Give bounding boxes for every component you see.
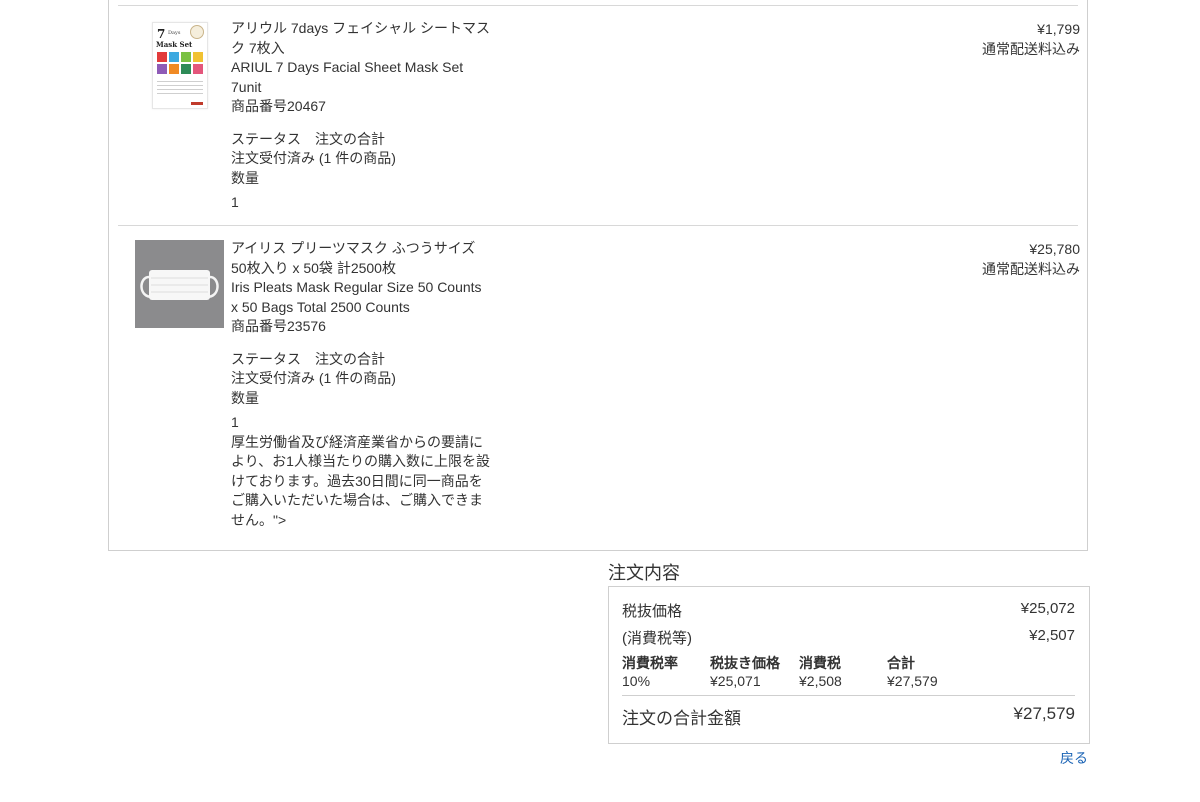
product-thumbnail[interactable] [135, 240, 224, 328]
status-header: ステータス 注文の合計 [231, 130, 385, 147]
subtotal-label: 税抜価格 [622, 603, 683, 620]
quantity-label: 数量 [231, 389, 259, 406]
order-detail-page: 7 Days Mask Set アリウル 7days フェイシャル シートマスク… [0, 0, 1200, 802]
quantity-value: 1 [231, 414, 239, 430]
product-photo-swatch [157, 52, 167, 62]
text-lines [157, 81, 203, 97]
product-photo-swatch [157, 64, 167, 74]
product-photo-swatch [193, 52, 203, 62]
product-photo-swatch [193, 64, 203, 74]
order-status: 注文受付済み (1 件の商品) [231, 150, 396, 166]
shipping-note: 通常配送料込み [982, 40, 1080, 57]
item-details: アリウル 7days フェイシャル シートマスク 7枚入 ARIUL 7 Day… [231, 19, 491, 213]
product-photo-swatch [181, 64, 191, 74]
tax-table-header: 税抜き価格 [710, 655, 780, 671]
subtotal-value: ¥25,072 [1020, 600, 1075, 617]
item-price: ¥25,780 [1029, 241, 1080, 257]
order-total-label: 注文の合計金額 [622, 709, 741, 728]
tax-label: (消費税等) [622, 630, 692, 647]
product-thumbnail[interactable]: 7 Days Mask Set [152, 22, 208, 109]
product-name-ja[interactable]: アリウル 7days フェイシャル シートマスク 7枚入 [231, 19, 491, 58]
thumb-title-number: 7 [157, 27, 166, 41]
product-photo-swatch [169, 52, 179, 62]
thumb-title-text: Mask Set [156, 40, 193, 49]
product-name-ja[interactable]: アイリス プリーツマスク ふつうサイズ 50枚入り x 50袋 計2500枚 [231, 239, 491, 278]
divider [118, 5, 1078, 6]
product-number: 商品番号23576 [231, 318, 326, 334]
product-photo-swatch [169, 64, 179, 74]
tax-value: ¥2,507 [1029, 627, 1075, 644]
tax-table-header: 消費税率 [622, 655, 678, 671]
order-status: 注文受付済み (1 件の商品) [231, 370, 396, 386]
item-details: アイリス プリーツマスク ふつうサイズ 50枚入り x 50袋 計2500枚 I… [231, 239, 491, 530]
tax-table-cell: ¥25,071 [710, 673, 761, 689]
order-items-panel: 7 Days Mask Set アリウル 7days フェイシャル シートマスク… [108, 0, 1088, 551]
brand-seal-icon [190, 25, 204, 39]
back-link[interactable]: 戻る [1060, 748, 1088, 768]
product-name-en[interactable]: Iris Pleats Mask Regular Size 50 Counts … [231, 278, 491, 317]
brand-mark [191, 102, 203, 105]
product-photo-swatch [181, 52, 191, 62]
order-summary-panel: 税抜価格 ¥25,072 (消費税等) ¥2,507 消費税率 税抜き価格 消費… [608, 586, 1090, 744]
item-price-column: ¥1,799 通常配送料込み [982, 20, 1080, 59]
product-number: 商品番号20467 [231, 98, 326, 114]
product-photo-grid [157, 52, 205, 74]
order-total-value: ¥27,579 [1013, 704, 1075, 723]
item-price: ¥1,799 [1037, 21, 1080, 37]
tax-table-header: 消費税 [799, 655, 841, 671]
thumb-title-small: Days [168, 30, 181, 36]
status-header: ステータス 注文の合計 [231, 350, 385, 367]
order-summary-title: 注文内容 [608, 563, 680, 583]
purchase-limit-note: 厚生労働省及び経済産業省からの要請により、お1人様当たりの購入数に上限を設けてお… [231, 433, 490, 528]
shipping-note: 通常配送料込み [982, 260, 1080, 277]
quantity-label: 数量 [231, 169, 259, 186]
divider [622, 695, 1075, 696]
item-price-column: ¥25,780 通常配送料込み [982, 240, 1080, 279]
tax-table-cell: 10% [622, 673, 651, 689]
quantity-value: 1 [231, 194, 239, 210]
tax-table-cell: ¥2,508 [799, 673, 842, 689]
product-name-en[interactable]: ARIUL 7 Days Facial Sheet Mask Set 7unit [231, 58, 491, 97]
tax-table-header: 合計 [887, 655, 915, 671]
tax-table-cell: ¥27,579 [887, 673, 938, 689]
divider [118, 225, 1078, 226]
pleats-mask-image [135, 240, 224, 328]
